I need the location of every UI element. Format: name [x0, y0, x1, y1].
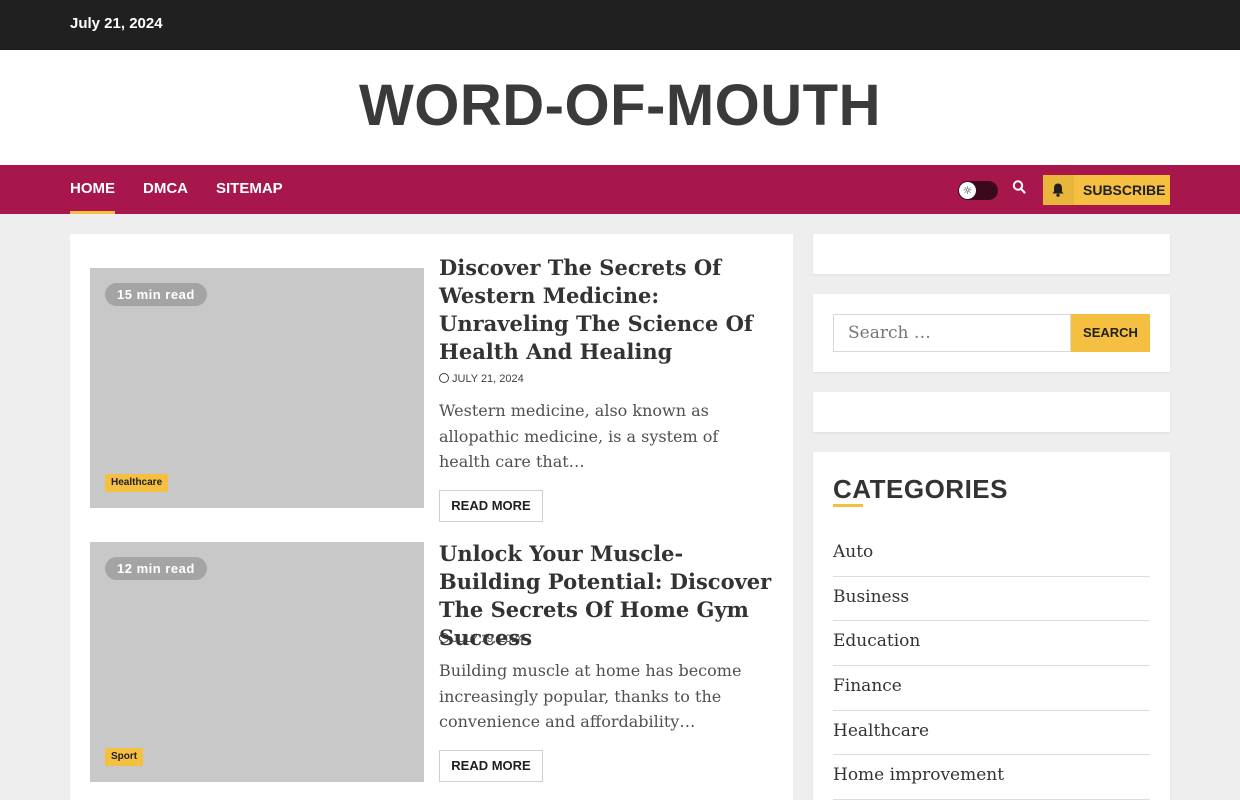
bell-icon	[1043, 175, 1074, 205]
categories-list: Auto Business Education Finance Healthca…	[833, 532, 1150, 800]
sidebar-widget-empty	[813, 392, 1170, 432]
search-icon[interactable]	[1012, 179, 1030, 199]
current-date: July 21, 2024	[70, 15, 163, 32]
sun-icon: ☼	[959, 182, 976, 199]
subscribe-button[interactable]: Subscribe	[1043, 175, 1170, 205]
category-badge[interactable]: Healthcare	[105, 474, 169, 492]
post-thumbnail[interactable]: 12 min read Sport	[90, 542, 424, 782]
category-item-business[interactable]: Business	[833, 577, 1150, 622]
post-date-text: July 21, 2024	[452, 373, 524, 385]
top-bar: July 21, 2024	[0, 0, 1240, 50]
category-item-education[interactable]: Education	[833, 621, 1150, 667]
post-date: July 21, 2024	[439, 373, 524, 385]
heading-underline	[833, 504, 863, 507]
read-time-badge: 15 min read	[105, 283, 207, 306]
nav-item-home[interactable]: Home	[70, 180, 115, 214]
site-title[interactable]: WORD-OF-MOUTH	[0, 72, 1240, 139]
read-time-badge: 12 min read	[105, 557, 207, 580]
nav-item-dmca[interactable]: DMCA	[143, 180, 188, 197]
read-more-button[interactable]: Read More	[439, 750, 543, 782]
post-excerpt: Western medicine, also known as allopath…	[439, 401, 719, 471]
sidebar-widget-empty	[813, 234, 1170, 274]
subscribe-label: Subscribe	[1083, 182, 1166, 198]
post-date-text: July 19, 2024	[452, 633, 524, 645]
categories-widget: Categories Auto Business Education Finan…	[813, 452, 1170, 800]
nav-item-sitemap[interactable]: Sitemap	[216, 180, 283, 197]
search-widget: Search	[813, 294, 1170, 372]
category-item-home-improvement[interactable]: Home improvement	[833, 755, 1150, 800]
clock-icon	[439, 633, 449, 643]
site-branding: WORD-OF-MOUTH	[0, 50, 1240, 165]
category-item-finance[interactable]: Finance	[833, 666, 1150, 711]
post-date: July 19, 2024	[439, 633, 524, 645]
theme-toggle[interactable]: ☼	[958, 181, 998, 200]
search-input[interactable]	[833, 314, 1071, 352]
clock-icon	[439, 373, 449, 383]
post-excerpt: Building muscle at home has become incre…	[439, 661, 742, 731]
search-button[interactable]: Search	[1071, 314, 1150, 352]
category-item-auto[interactable]: Auto	[833, 532, 1150, 577]
category-badge[interactable]: Sport	[105, 748, 144, 766]
post-title[interactable]: Discover The Secrets Of Western Medicine…	[439, 254, 773, 366]
posts-list: 15 min read Healthcare Discover The Secr…	[70, 234, 793, 800]
main-navigation: Home DMCA Sitemap ☼ Subscribe	[0, 165, 1240, 214]
categories-heading: Categories	[833, 474, 1008, 504]
read-more-button[interactable]: Read More	[439, 490, 543, 522]
category-item-healthcare[interactable]: Healthcare	[833, 711, 1150, 756]
post-thumbnail[interactable]: 15 min read Healthcare	[90, 268, 424, 508]
